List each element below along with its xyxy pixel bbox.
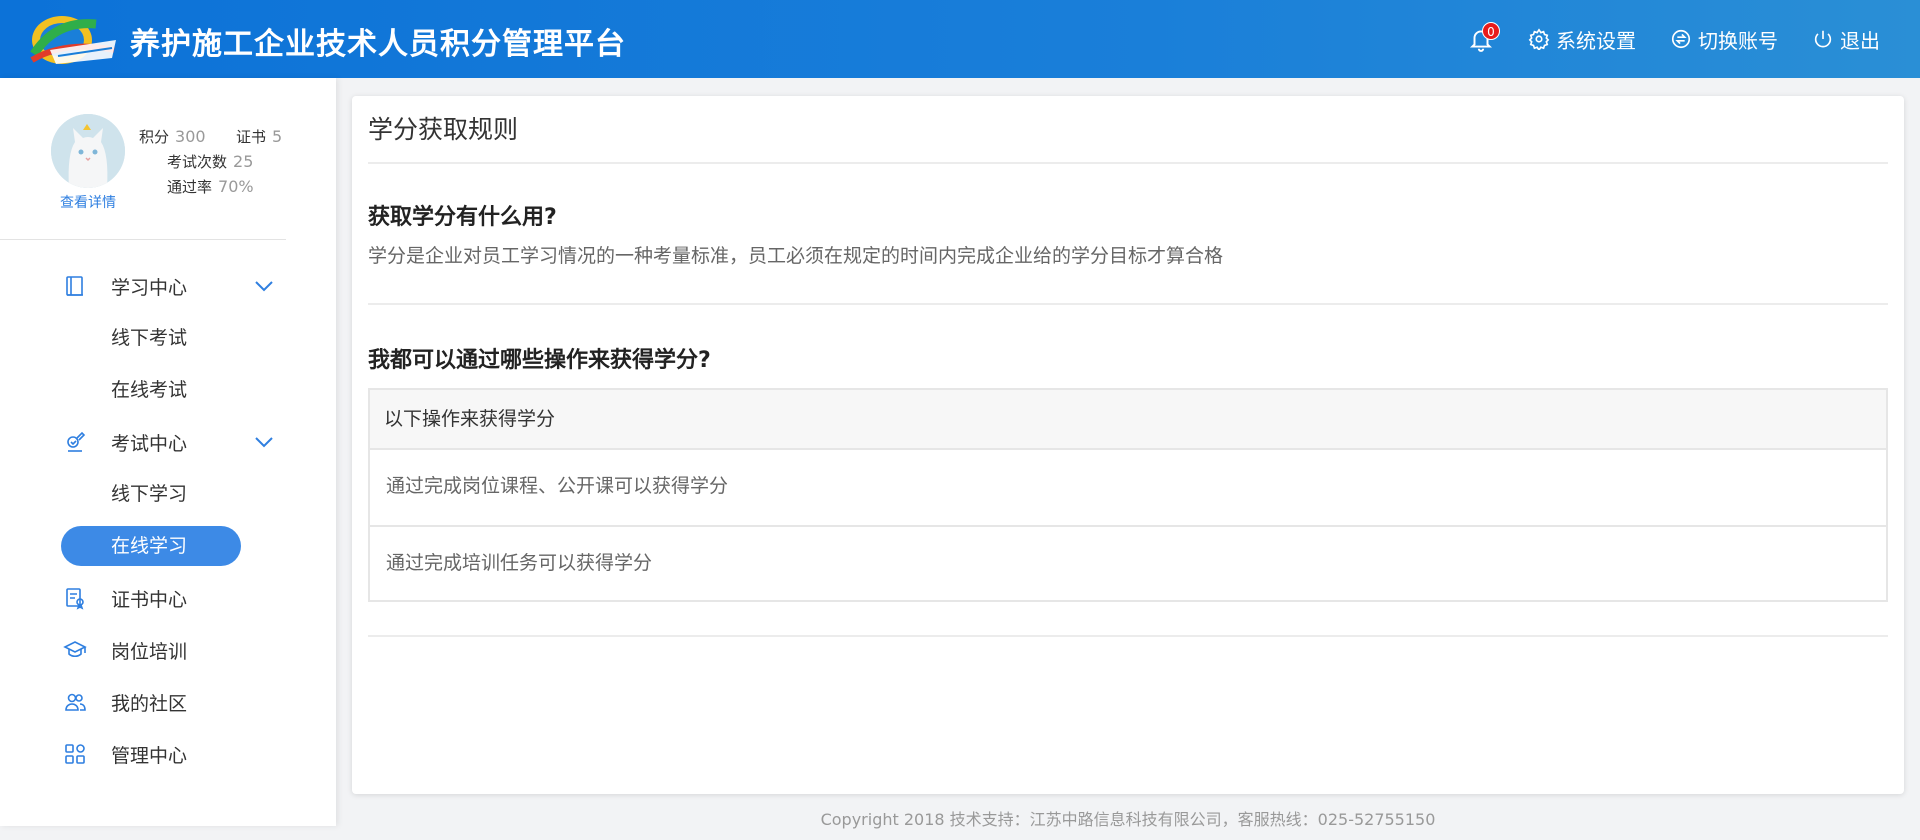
submenu-offline-exam[interactable]: 线下考试 — [111, 318, 187, 358]
divider — [368, 635, 1888, 637]
menu-learning-center[interactable]: 学习中心 — [61, 266, 281, 306]
menu-management-center[interactable]: 管理中心 — [61, 734, 281, 774]
cert-label: 证书 — [236, 128, 267, 146]
table-row: 通过完成培训任务可以获得学分 — [370, 525, 1886, 600]
header-actions: 0 系统设置 切换账号 退出 — [1468, 0, 1880, 78]
switch-icon — [1671, 29, 1691, 49]
power-icon — [1814, 30, 1832, 48]
switch-account-label: 切换账号 — [1698, 28, 1778, 53]
menu-exam-center[interactable]: 考试中心 — [61, 422, 281, 462]
divider — [368, 162, 1888, 164]
question-2-title: 我都可以通过哪些操作来获得学分? — [368, 348, 711, 373]
submenu-offline-study[interactable]: 线下学习 — [111, 474, 187, 514]
chevron-down-icon — [255, 281, 273, 292]
cert-stat: 证书 5 — [236, 126, 282, 147]
menu-post-training[interactable]: 岗位培训 — [61, 630, 281, 670]
menu-management-center-label: 管理中心 — [111, 744, 188, 767]
menu-community[interactable]: 我的社区 — [61, 682, 281, 722]
top-header: 养护施工企业技术人员积分管理平台 0 系统设置 切换账号 退出 — [0, 0, 1920, 78]
pass-rate-stat: 通过率 70% — [167, 176, 254, 197]
question-1-text: 学分是企业对员工学习情况的一种考量标准，员工必须在规定的时间内完成企业给的学分目… — [368, 245, 1224, 267]
switch-account-button[interactable]: 切换账号 — [1670, 25, 1778, 54]
exam-count-value: 25 — [233, 152, 254, 171]
notification-button[interactable]: 0 — [1468, 22, 1500, 52]
pass-rate-value: 70% — [218, 177, 254, 196]
footer-copyright: Copyright 2018 技术支持：江苏中路信息科技有限公司，客服热线：02… — [820, 810, 1436, 829]
menu-exam-center-label: 考试中心 — [111, 432, 188, 455]
divider — [368, 303, 1888, 305]
menu-community-label: 我的社区 — [111, 692, 188, 715]
cert-value: 5 — [272, 127, 283, 146]
grid-icon — [65, 744, 85, 764]
points-stat: 积分 300 — [139, 126, 206, 147]
logout-button[interactable]: 退出 — [1812, 25, 1880, 54]
menu-learning-center-label: 学习中心 — [111, 276, 188, 299]
chevron-down-icon — [255, 437, 273, 448]
view-detail-link[interactable]: 查看详情 — [60, 192, 116, 212]
system-settings-button[interactable]: 系统设置 — [1528, 25, 1636, 54]
submenu-online-study-active[interactable]: 在线学习 — [61, 526, 241, 566]
graduation-cap-icon — [63, 641, 87, 658]
exam-count-stat: 考试次数 25 — [167, 151, 253, 172]
points-label: 积分 — [139, 128, 170, 146]
exam-count-label: 考试次数 — [167, 153, 228, 171]
app-title: 养护施工企业技术人员积分管理平台 — [130, 27, 626, 62]
submenu-online-exam[interactable]: 在线考试 — [111, 370, 187, 410]
avatar[interactable] — [51, 114, 125, 188]
user-profile: 查看详情 积分 300 证书 5 考试次数 25 通过率 70% — [0, 78, 286, 240]
menu-post-training-label: 岗位培训 — [111, 640, 188, 663]
content-card: 学分获取规则 获取学分有什么用? 学分是企业对员工学习情况的一种考量标准，员工必… — [352, 96, 1904, 794]
question-1-title: 获取学分有什么用? — [368, 205, 557, 230]
page-title: 学分获取规则 — [368, 115, 519, 144]
system-settings-label: 系统设置 — [1556, 28, 1636, 53]
gear-icon — [1528, 28, 1550, 50]
table-header: 以下操作来获得学分 — [370, 390, 1886, 450]
menu-certificate-center[interactable]: 证书中心 — [61, 578, 281, 618]
logout-label: 退出 — [1840, 28, 1880, 53]
cat-avatar-icon — [51, 114, 125, 188]
book-icon — [66, 276, 83, 296]
certificate-icon — [66, 588, 84, 610]
users-icon — [65, 693, 86, 711]
credit-rules-table: 以下操作来获得学分 通过完成岗位课程、公开课可以获得学分 通过完成培训任务可以获… — [368, 388, 1888, 602]
pass-rate-label: 通过率 — [167, 178, 213, 196]
notification-badge: 0 — [1482, 22, 1500, 40]
menu-certificate-center-label: 证书中心 — [111, 588, 188, 611]
points-value: 300 — [175, 127, 206, 146]
sidebar: 查看详情 积分 300 证书 5 考试次数 25 通过率 70% 学习中心 线下考试 在… — [0, 78, 336, 826]
platform-logo — [30, 16, 116, 64]
table-row: 通过完成岗位课程、公开课可以获得学分 — [386, 475, 729, 497]
exam-pen-icon — [67, 431, 86, 452]
